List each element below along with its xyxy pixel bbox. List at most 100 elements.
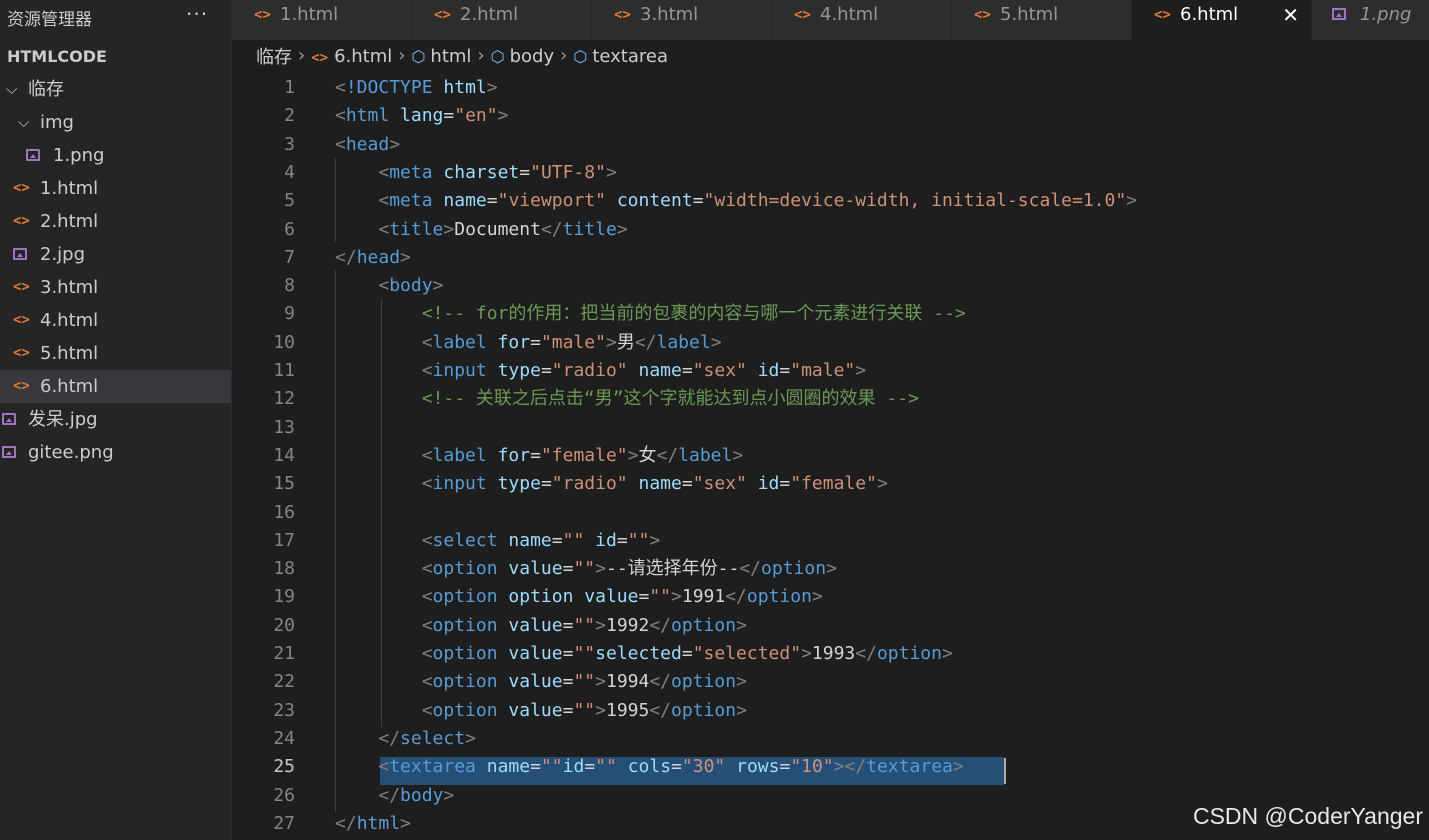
code-token: "radio"	[551, 360, 628, 381]
tree-file-5-html[interactable]: <> 5.html	[0, 337, 231, 370]
code-editor[interactable]: 1 <!DOCTYPE html> 2 <html lang="en"> 3 <head>…	[232, 74, 1429, 840]
tab-3-html[interactable]: <> 3.html	[592, 0, 772, 40]
code-line[interactable]: 25 <textarea name=""id="" cols="30" rows…	[232, 753, 1429, 781]
code-line[interactable]: 9 <!-- for的作用：把当前的包裹的内容与哪一个元素进行关联 -->	[232, 300, 1429, 328]
tree-item-label: 1.png	[53, 145, 105, 166]
tree-file-3-html[interactable]: <> 3.html	[0, 271, 231, 304]
code-line[interactable]: 21 <option value=""selected="selected">1…	[232, 640, 1429, 668]
tree-file-2-html[interactable]: <> 2.html	[0, 205, 231, 238]
code-text: <title>Document</title>	[335, 216, 627, 244]
code-token: =	[562, 558, 574, 579]
tree-file-6-html[interactable]: <> 6.html	[0, 370, 231, 403]
tree-file-1-html[interactable]: <> 1.html	[0, 172, 231, 205]
line-number: 22	[273, 671, 295, 692]
code-token: "male"	[540, 332, 606, 353]
more-actions-icon[interactable]: ···	[186, 2, 208, 26]
code-line[interactable]: 10 <label for="male">男</label>	[232, 329, 1429, 357]
code-token: =	[681, 643, 693, 664]
code-line[interactable]: 19 <option option value="">1991</option>	[232, 583, 1429, 611]
code-line[interactable]: 7 </head>	[232, 244, 1429, 272]
code-token: <	[421, 671, 433, 692]
code-token: html	[443, 77, 487, 98]
code-token: option	[432, 558, 498, 579]
code-line[interactable]: 1 <!DOCTYPE html>	[232, 74, 1429, 102]
breadcrumb-symbol-html[interactable]: ⬡ html	[411, 46, 471, 67]
tab-5-html[interactable]: <> 5.html	[952, 0, 1132, 40]
tab-1-html[interactable]: <> 1.html	[232, 0, 412, 40]
tab-6-html[interactable]: <> 6.html ✕	[1132, 0, 1312, 40]
code-line[interactable]: 11 <input type="radio" name="sex" id="ma…	[232, 357, 1429, 385]
code-line[interactable]: 15 <input type="radio" name="sex" id="fe…	[232, 470, 1429, 498]
code-token: html	[345, 105, 390, 126]
tree-file-fadai-jpg[interactable]: 发呆.jpg	[0, 403, 231, 436]
tree-folder-linshi[interactable]: ⌵ 临存	[0, 73, 231, 106]
breadcrumb-symbol-textarea[interactable]: ⬡ textarea	[573, 46, 668, 67]
breadcrumb-symbol-body[interactable]: ⬡ body	[491, 46, 555, 67]
code-token: "width=device-width, initial-scale=1.0"	[703, 190, 1127, 211]
code-token: =	[681, 473, 693, 494]
code-line[interactable]: 13	[232, 414, 1429, 442]
code-token: >	[605, 332, 617, 353]
code-line[interactable]: 8 <body>	[232, 272, 1429, 300]
line-number: 18	[273, 558, 295, 579]
breadcrumb: 临存 › <> 6.html › ⬡ html › ⬡ body › ⬡ textarea	[256, 43, 668, 71]
code-line[interactable]: 24 </select>	[232, 725, 1429, 753]
code-line[interactable]: 23 <option value="">1995</option>	[232, 697, 1429, 725]
code-token: type	[497, 360, 541, 381]
code-line[interactable]: 4 <meta charset="UTF-8">	[232, 159, 1429, 187]
code-token: </	[335, 813, 357, 834]
code-line[interactable]: 14 <label for="female">女</label>	[232, 442, 1429, 470]
line-number: 20	[273, 615, 295, 636]
line-number: 13	[273, 417, 295, 438]
code-token: select	[400, 728, 466, 749]
code-token: </	[634, 332, 657, 353]
close-icon[interactable]: ✕	[1282, 0, 1299, 30]
breadcrumb-file[interactable]: <> 6.html	[311, 46, 392, 67]
tree-item-label: 发呆.jpg	[28, 409, 98, 430]
code-token: id	[757, 360, 780, 381]
tree-file-gitee-png[interactable]: gitee.png	[0, 436, 231, 469]
tab-2-html[interactable]: <> 2.html	[412, 0, 592, 40]
code-line[interactable]: 5 <meta name="viewport" content="width=d…	[232, 187, 1429, 215]
code-line[interactable]: 22 <option value="">1994</option>	[232, 668, 1429, 696]
code-token: >	[736, 615, 747, 636]
code-token: html	[356, 813, 401, 834]
code-token: <	[421, 332, 433, 353]
tab-1-png[interactable]: 1.png	[1312, 0, 1429, 40]
tree-file-2-jpg[interactable]: 2.jpg	[0, 238, 231, 271]
tree-file-4-html[interactable]: <> 4.html	[0, 304, 231, 337]
code-line[interactable]: 16	[232, 499, 1429, 527]
workspace-section-title[interactable]: HTMLCODE	[7, 47, 107, 66]
code-line[interactable]: 2 <html lang="en">	[232, 102, 1429, 130]
code-token: <	[421, 615, 433, 636]
code-token: >	[736, 700, 747, 721]
code-text: <option value="">--请选择年份--</option>	[335, 555, 837, 583]
code-line[interactable]: 17 <select name="" id="">	[232, 527, 1429, 555]
breadcrumb-folder[interactable]: 临存	[256, 43, 292, 69]
code-token: =	[562, 643, 574, 664]
code-token: <	[421, 558, 433, 579]
tree-folder-img[interactable]: ⌵ img	[0, 106, 231, 139]
html-file-icon: <>	[311, 49, 329, 66]
code-token: >	[486, 77, 498, 98]
code-line[interactable]: 18 <option value="">--请选择年份--</option>	[232, 555, 1429, 583]
code-line[interactable]: 6 <title>Document</title>	[232, 216, 1429, 244]
html-file-icon: <>	[13, 279, 30, 295]
tree-item-label: 5.html	[40, 343, 99, 364]
code-token: >	[595, 671, 606, 692]
code-line[interactable]: 12 <!-- 关联之后点击“男”这个字就能达到点小圆圈的效果 -->	[232, 385, 1429, 413]
code-token: >	[941, 643, 953, 664]
tree-item-label: img	[40, 112, 74, 133]
code-token: </	[725, 586, 747, 607]
code-token: id	[757, 473, 780, 494]
tree-file-1-png[interactable]: 1.png	[0, 139, 231, 172]
code-text: <html lang="en">	[335, 102, 508, 130]
tab-4-html[interactable]: <> 4.html	[772, 0, 952, 40]
code-line[interactable]: 3 <head>	[232, 131, 1429, 159]
code-text: <option value="">1995</option>	[335, 697, 747, 725]
code-token: "10"	[790, 756, 834, 777]
code-line[interactable]: 20 <option value="">1992</option>	[232, 612, 1429, 640]
